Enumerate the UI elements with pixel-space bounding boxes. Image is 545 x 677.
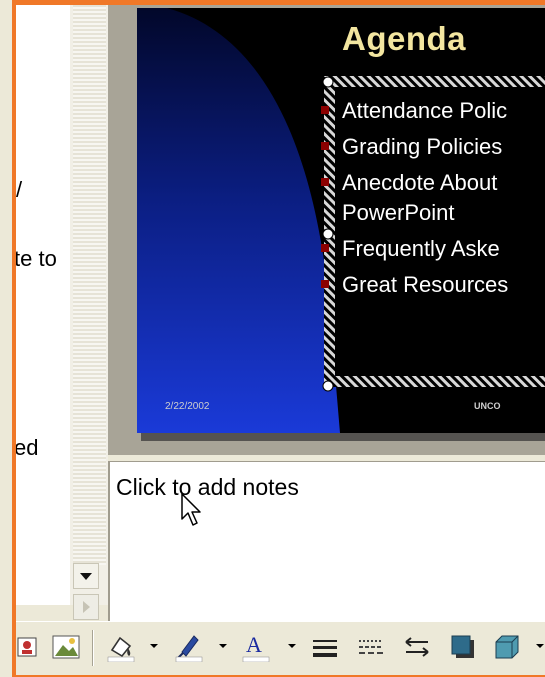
resize-handle-top-left [322, 76, 334, 88]
line-style-icon[interactable] [310, 632, 340, 662]
insert-image-icon[interactable] [50, 632, 82, 662]
slide-date: 2/22/2002 [165, 401, 210, 412]
slide-canvas[interactable]: Agenda Attendance Polic Grading Policies… [137, 8, 545, 433]
slide-bullet[interactable]: Great Resources [321, 272, 508, 298]
scrollbar-track[interactable] [73, 5, 106, 565]
shadow-style-icon[interactable] [448, 632, 478, 662]
scroll-down-button[interactable] [73, 563, 99, 589]
notes-placeholder[interactable]: Click to add notes [116, 474, 299, 501]
outline-text-fragment[interactable]: / [16, 177, 22, 203]
slide-bullet[interactable]: Grading Policies [321, 134, 502, 160]
slide-title[interactable]: Agenda [342, 20, 466, 58]
slide-bullet[interactable]: Attendance Polic [321, 98, 507, 124]
chevron-right-icon [83, 601, 90, 613]
blue-arc-shape [137, 8, 340, 433]
fill-color-icon[interactable] [106, 632, 136, 663]
slide-graphics [137, 8, 545, 433]
slide-bullet-continuation[interactable]: PowerPoint [342, 200, 455, 226]
scroll-right-button[interactable] [73, 594, 99, 620]
line-color-dropdown[interactable] [219, 644, 227, 648]
drawing-toolbar: A [16, 621, 545, 675]
resize-handle-left [322, 228, 334, 240]
outline-text-fragment[interactable]: ed [16, 435, 38, 461]
bullet-marker [321, 178, 329, 186]
bullet-marker [321, 142, 329, 150]
toolbar-separator [92, 630, 94, 666]
slide-bullet[interactable]: Frequently Aske [321, 236, 500, 262]
chevron-down-icon [80, 573, 92, 580]
selection-border-bottom [324, 376, 545, 387]
svg-text:A: A [246, 632, 262, 657]
arrow-style-icon[interactable] [402, 632, 432, 662]
bullet-marker [321, 106, 329, 114]
fill-color-dropdown[interactable] [150, 644, 158, 648]
bullet-marker [321, 244, 329, 252]
3d-style-icon[interactable] [492, 632, 522, 662]
mouse-cursor-icon [181, 493, 201, 526]
slide-footer: UNCO [474, 401, 501, 411]
font-color-icon[interactable]: A [241, 632, 271, 663]
selection-border-top [324, 76, 545, 87]
slide-bullet[interactable]: Anecdote About [321, 170, 497, 196]
outline-scrollbar[interactable] [70, 5, 108, 605]
resize-handle-bottom-left [322, 380, 334, 392]
outline-pane[interactable]: / te to ed [16, 5, 70, 605]
toolbar-overflow-dropdown[interactable] [536, 644, 544, 648]
notes-pane[interactable]: Click to add notes [108, 461, 545, 621]
slide-shadow [141, 433, 545, 441]
outline-text-fragment[interactable]: te to [16, 246, 57, 272]
picture-icon[interactable] [16, 632, 40, 662]
font-color-dropdown[interactable] [288, 644, 296, 648]
line-color-icon[interactable] [174, 632, 204, 663]
bullet-marker [321, 280, 329, 288]
dash-style-icon[interactable] [356, 632, 386, 662]
